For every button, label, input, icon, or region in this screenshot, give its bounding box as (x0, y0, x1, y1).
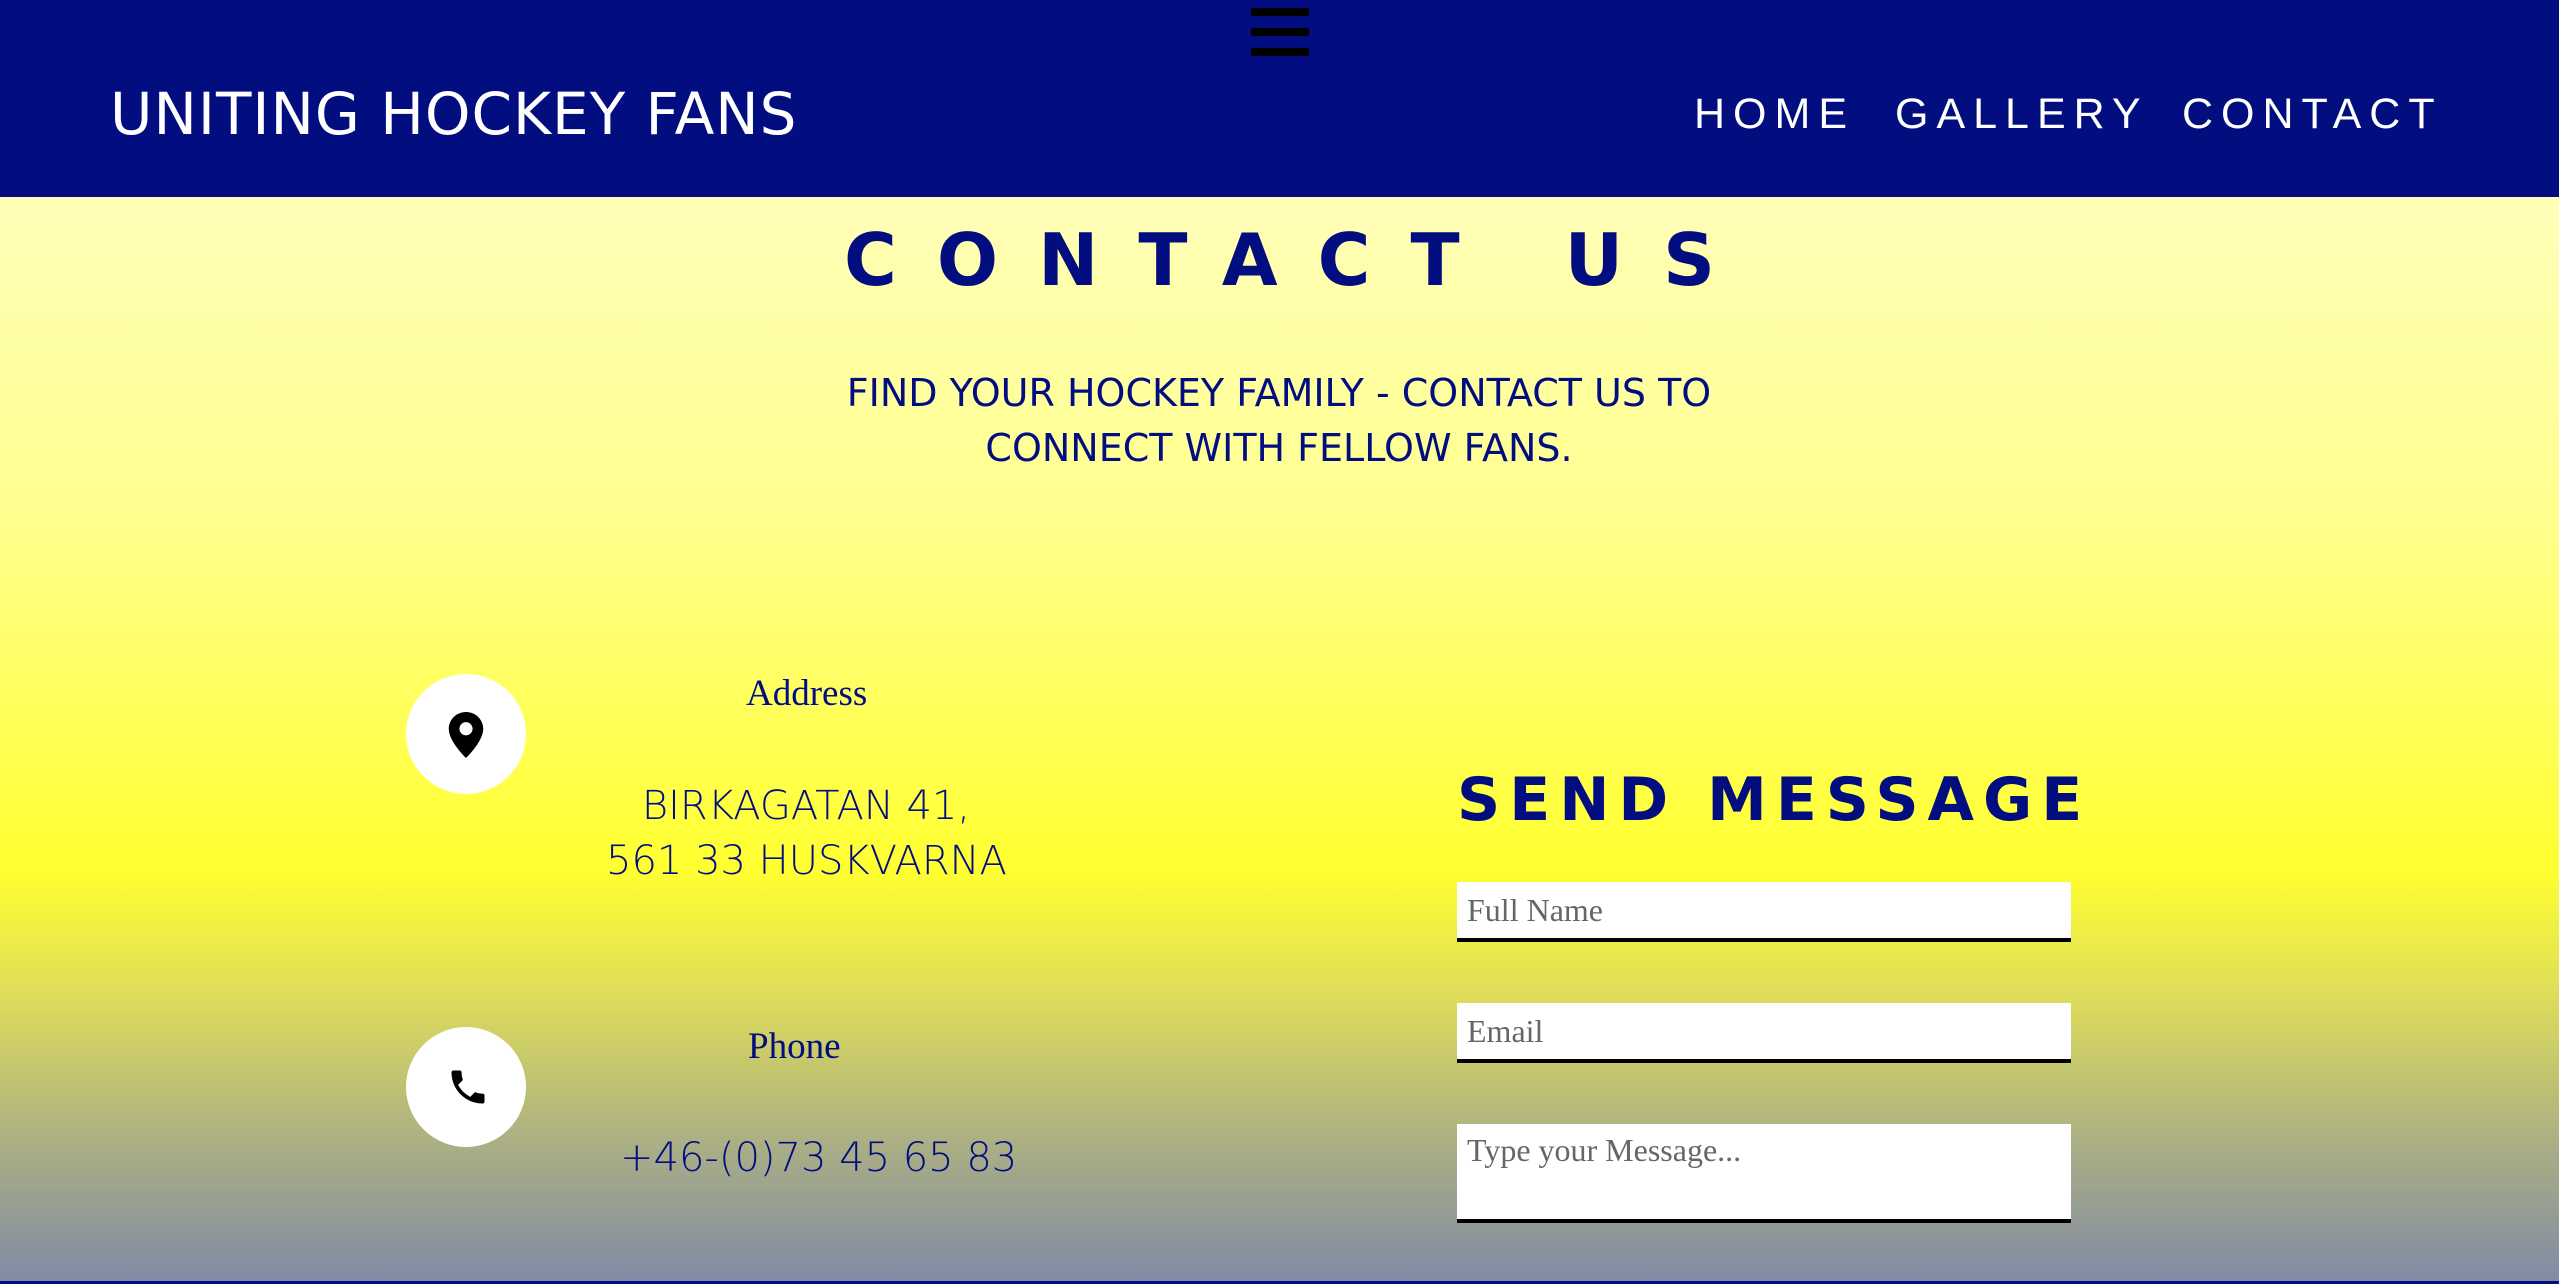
full-name-input[interactable] (1457, 882, 2071, 942)
phone-icon (451, 1070, 485, 1104)
nav-link-home[interactable]: HOME (1694, 90, 1855, 139)
phone-label: Phone (748, 1026, 841, 1067)
page-subtitle-line: CONNECT WITH FELLOW FANS. (985, 426, 1573, 470)
nav-link-gallery[interactable]: GALLERY (1895, 90, 2149, 139)
page-title: CONTACT US (844, 218, 1755, 302)
message-textarea[interactable] (1457, 1124, 2071, 1223)
page-subtitle: FIND YOUR HOCKEY FAMILY - CONTACT US TO … (779, 366, 1779, 476)
page-subtitle-line: FIND YOUR HOCKEY FAMILY - CONTACT US TO (846, 371, 1712, 415)
top-navigation-bar: UNITING HOCKEY FANS HOME GALLERY CONTACT (0, 0, 2559, 197)
hamburger-menu-icon[interactable] (1251, 4, 1309, 58)
hamburger-line (1251, 8, 1309, 16)
address-value: BIRKAGATAN 41, 561 33 HUSKVARNA (606, 779, 1007, 889)
address-icon-circle (406, 674, 526, 794)
address-line: BIRKAGATAN 41, (641, 783, 971, 829)
address-label: Address (746, 673, 868, 714)
phone-icon-circle (406, 1027, 526, 1147)
hamburger-line (1251, 28, 1309, 36)
address-line: 561 33 HUSKVARNA (606, 838, 1007, 884)
map-pin-icon (448, 712, 484, 758)
hamburger-line (1251, 48, 1309, 56)
phone-value: +46-(0)73 45 65 83 (620, 1135, 1018, 1181)
site-brand[interactable]: UNITING HOCKEY FANS (110, 80, 797, 148)
send-message-title: SEND MESSAGE (1457, 765, 2092, 835)
nav-link-contact[interactable]: CONTACT (2182, 90, 2443, 139)
email-input[interactable] (1457, 1003, 2071, 1063)
